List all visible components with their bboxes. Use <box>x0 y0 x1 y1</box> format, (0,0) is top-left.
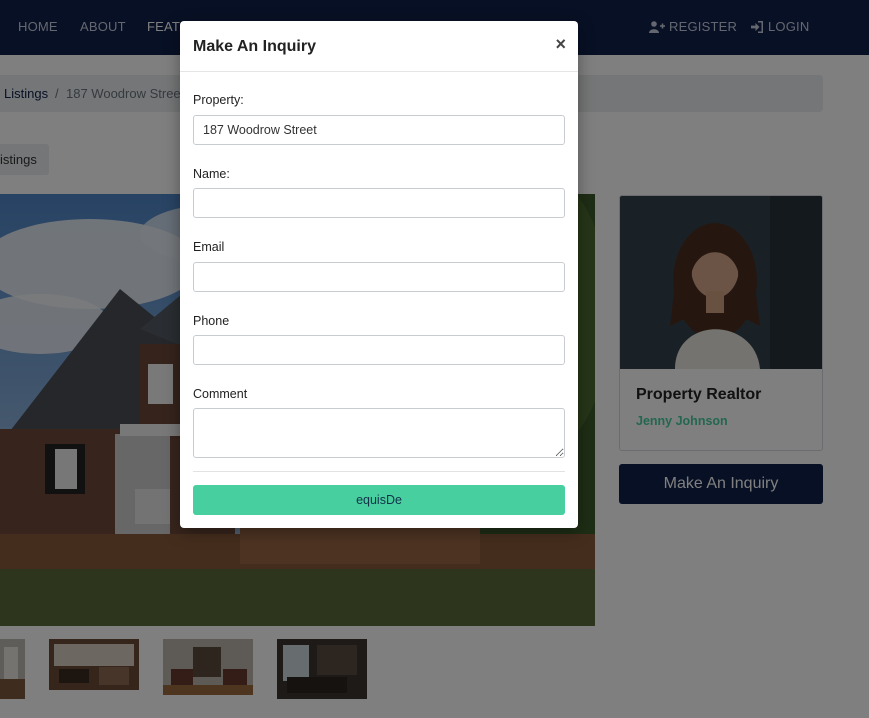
comment-textarea[interactable] <box>193 408 565 458</box>
modal-header: Make An Inquiry × <box>180 21 578 72</box>
inquiry-modal: Make An Inquiry × Property: Name: Email … <box>180 21 578 528</box>
modal-title: Make An Inquiry <box>193 38 316 55</box>
phone-label: Phone <box>193 314 230 328</box>
email-label: Email <box>193 240 225 254</box>
close-icon[interactable]: × <box>555 35 566 53</box>
name-input[interactable] <box>193 188 565 218</box>
property-label: Property: <box>193 93 244 107</box>
modal-divider <box>193 471 565 472</box>
phone-input[interactable] <box>193 335 565 365</box>
property-input[interactable] <box>193 115 565 145</box>
email-input[interactable] <box>193 262 565 292</box>
name-label: Name: <box>193 167 230 181</box>
comment-label: Comment <box>193 387 248 401</box>
submit-inquiry-button[interactable]: equisDe <box>193 485 565 515</box>
